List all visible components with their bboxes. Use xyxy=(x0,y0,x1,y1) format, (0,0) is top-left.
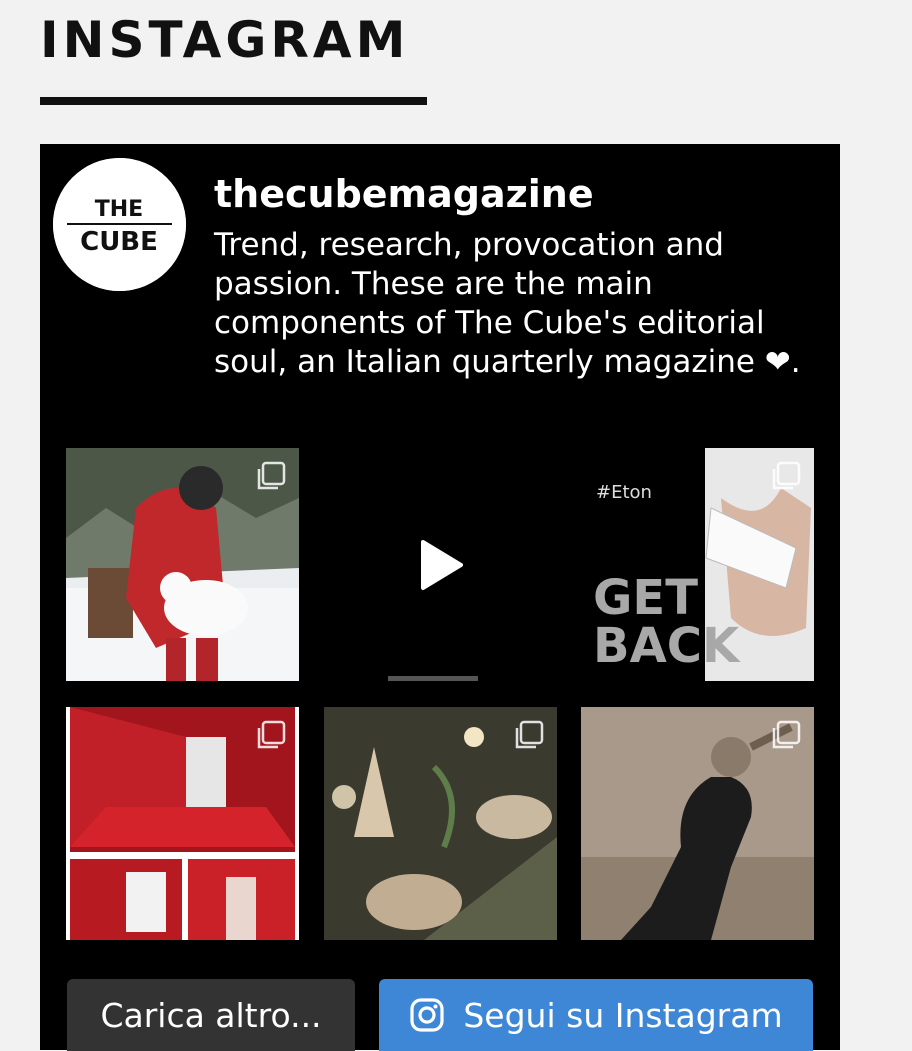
profile-bio: Trend, research, provocation and passion… xyxy=(214,227,801,380)
load-more-label: Carica altro... xyxy=(100,995,322,1035)
the-cube-logo: THE CUBE xyxy=(53,158,186,291)
profile-avatar[interactable]: THE CUBE xyxy=(53,158,186,291)
multiple-images-icon xyxy=(257,720,286,749)
post-thumbnail[interactable] xyxy=(581,707,814,940)
multiple-images-icon xyxy=(515,720,544,749)
multiple-images-icon xyxy=(772,720,801,749)
multiple-images-icon xyxy=(257,461,286,490)
follow-label: Segui su Instagram xyxy=(463,995,783,1035)
instagram-feed: THE CUBE thecubemagazine Trend, research… xyxy=(40,144,840,1051)
post-hashtag-text: #Eton xyxy=(596,482,652,503)
logo-text-cube: CUBE xyxy=(80,227,158,257)
post-thumbnail[interactable] xyxy=(324,707,557,940)
logo-text-the: THE xyxy=(95,197,143,222)
instagram-icon xyxy=(410,998,444,1032)
follow-instagram-button[interactable]: Segui su Instagram xyxy=(379,979,813,1051)
play-icon xyxy=(420,539,463,590)
section-title: INSTAGRAM xyxy=(40,11,410,69)
post-thumbnail[interactable] xyxy=(66,448,299,681)
title-underline xyxy=(40,97,427,105)
post-thumbnail[interactable] xyxy=(66,707,299,940)
multiple-images-icon xyxy=(772,461,801,490)
load-more-button[interactable]: Carica altro... xyxy=(67,979,355,1051)
post-headline-line2: BACK xyxy=(593,618,741,674)
post-thumbnail[interactable]: #Eton GET BACK xyxy=(581,448,814,681)
profile-username[interactable]: thecubemagazine xyxy=(214,172,594,216)
post-thumbnail[interactable] xyxy=(324,448,557,681)
